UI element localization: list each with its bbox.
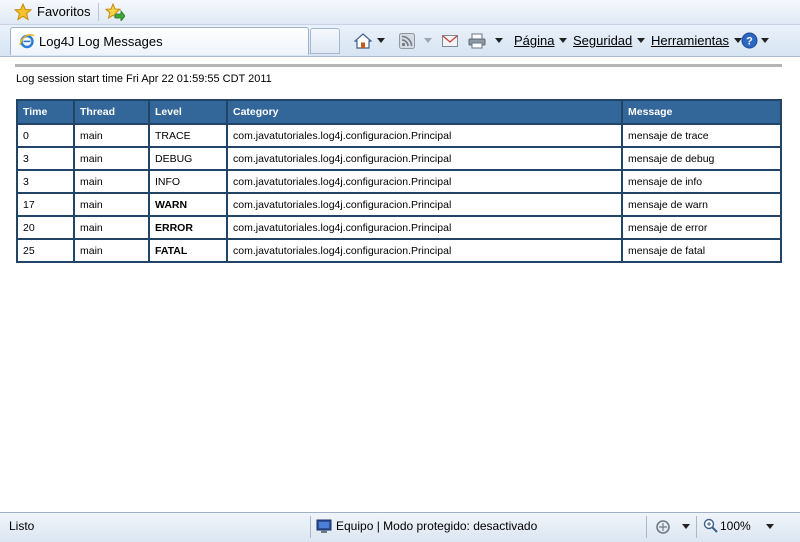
cell-message: mensaje de trace	[622, 124, 781, 147]
cell-time: 0	[17, 124, 74, 147]
security-zone-indicator[interactable]: Equipo | Modo protegido: desactivado	[316, 518, 537, 534]
cell-time: 20	[17, 216, 74, 239]
cell-level: INFO	[149, 170, 227, 193]
cell-category: com.javatutoriales.log4j.configuracion.P…	[227, 124, 622, 147]
table-row: 25 main FATAL com.javatutoriales.log4j.c…	[17, 239, 781, 262]
top-divider	[15, 64, 782, 67]
cell-level: TRACE	[149, 124, 227, 147]
safety-menu-label: Seguridad	[573, 33, 633, 48]
page-content: Log session start time Fri Apr 22 01:59:…	[0, 57, 800, 512]
cell-time: 25	[17, 239, 74, 262]
cell-thread: main	[74, 170, 149, 193]
cell-level: DEBUG	[149, 147, 227, 170]
cell-level: FATAL	[149, 239, 227, 262]
cell-time: 3	[17, 147, 74, 170]
cell-thread: main	[74, 239, 149, 262]
status-separator	[310, 516, 311, 538]
favorites-separator	[98, 3, 99, 21]
cell-time: 17	[17, 193, 74, 216]
cell-level: ERROR	[149, 216, 227, 239]
status-text: Listo	[9, 519, 35, 533]
zoom-icon	[703, 518, 718, 533]
add-to-favorites-bar-icon[interactable]	[105, 3, 125, 21]
tools-menu-button[interactable]: Herramientas	[651, 25, 743, 56]
cell-category: com.javatutoriales.log4j.configuracion.P…	[227, 147, 622, 170]
cell-message: mensaje de info	[622, 170, 781, 193]
column-header-level: Level	[149, 100, 227, 124]
protected-mode-dropdown-chevron-icon[interactable]	[682, 524, 690, 529]
status-separator	[696, 516, 697, 538]
tab-title: Log4J Log Messages	[39, 34, 163, 49]
feeds-dropdown-chevron-icon[interactable]	[424, 38, 432, 43]
favorites-star-icon[interactable]	[14, 3, 32, 21]
cell-message: mensaje de fatal	[622, 239, 781, 262]
cell-thread: main	[74, 124, 149, 147]
cell-message: mensaje de warn	[622, 193, 781, 216]
cell-category: com.javatutoriales.log4j.configuracion.P…	[227, 239, 622, 262]
zoom-level-text: 100%	[720, 518, 751, 533]
favorites-bar: Favoritos	[0, 0, 800, 25]
home-icon	[354, 32, 372, 49]
safety-menu-chevron-icon	[637, 38, 646, 43]
table-row: 20 main ERROR com.javatutoriales.log4j.c…	[17, 216, 781, 239]
table-row: 17 main WARN com.javatutoriales.log4j.co…	[17, 193, 781, 216]
table-row: 3 main INFO com.javatutoriales.log4j.con…	[17, 170, 781, 193]
status-separator	[646, 516, 647, 538]
svg-text:?: ?	[746, 36, 753, 48]
cell-level: WARN	[149, 193, 227, 216]
help-dropdown-chevron-icon[interactable]	[761, 38, 769, 43]
page-menu-label: Página	[514, 33, 555, 48]
page-menu-button[interactable]: Página	[514, 25, 568, 56]
cell-category: com.javatutoriales.log4j.configuracion.P…	[227, 193, 622, 216]
mail-icon	[442, 34, 458, 47]
print-dropdown-chevron-icon[interactable]	[495, 38, 503, 43]
computer-zone-icon	[316, 519, 332, 533]
tools-menu-label: Herramientas	[651, 33, 730, 48]
help-icon: ?	[741, 32, 758, 49]
column-header-category: Category	[227, 100, 622, 124]
home-button[interactable]	[354, 25, 385, 56]
table-row: 3 main DEBUG com.javatutoriales.log4j.co…	[17, 147, 781, 170]
zoom-dropdown-chevron-icon[interactable]	[766, 524, 774, 529]
cell-thread: main	[74, 216, 149, 239]
home-dropdown-chevron-icon[interactable]	[377, 38, 385, 43]
safety-menu-button[interactable]: Seguridad	[573, 25, 646, 56]
column-header-thread: Thread	[74, 100, 149, 124]
cell-message: mensaje de error	[622, 216, 781, 239]
tab-log4j-messages[interactable]: Log4J Log Messages	[10, 27, 309, 55]
cell-thread: main	[74, 147, 149, 170]
help-button[interactable]: ?	[741, 25, 769, 56]
feeds-button[interactable]	[399, 25, 432, 56]
read-mail-button[interactable]	[442, 25, 458, 56]
new-tab-button[interactable]	[310, 28, 340, 54]
rss-feed-icon	[399, 32, 415, 49]
protected-mode-icon[interactable]	[655, 519, 671, 535]
column-header-time: Time	[17, 100, 74, 124]
zoom-button[interactable]: 100%	[703, 518, 751, 533]
table-header-row: Time Thread Level Category Message	[17, 100, 781, 124]
page-menu-chevron-icon	[559, 38, 568, 43]
cell-time: 3	[17, 170, 74, 193]
security-zone-text: Equipo | Modo protegido: desactivado	[336, 519, 538, 533]
printer-icon	[468, 33, 486, 48]
cell-category: com.javatutoriales.log4j.configuracion.P…	[227, 170, 622, 193]
cell-message: mensaje de debug	[622, 147, 781, 170]
print-button[interactable]	[468, 25, 503, 56]
internet-explorer-icon	[19, 33, 35, 49]
status-bar: Listo Equipo | Modo protegido: desactiva…	[0, 512, 800, 542]
table-row: 0 main TRACE com.javatutoriales.log4j.co…	[17, 124, 781, 147]
column-header-message: Message	[622, 100, 781, 124]
log-messages-table: Time Thread Level Category Message 0 mai…	[16, 99, 782, 263]
log-session-start-text: Log session start time Fri Apr 22 01:59:…	[16, 73, 272, 85]
cell-category: com.javatutoriales.log4j.configuracion.P…	[227, 216, 622, 239]
favorites-button[interactable]: Favoritos	[37, 4, 90, 19]
cell-thread: main	[74, 193, 149, 216]
tab-command-row: Log4J Log Messages Página Seguridad Herr…	[0, 25, 800, 57]
